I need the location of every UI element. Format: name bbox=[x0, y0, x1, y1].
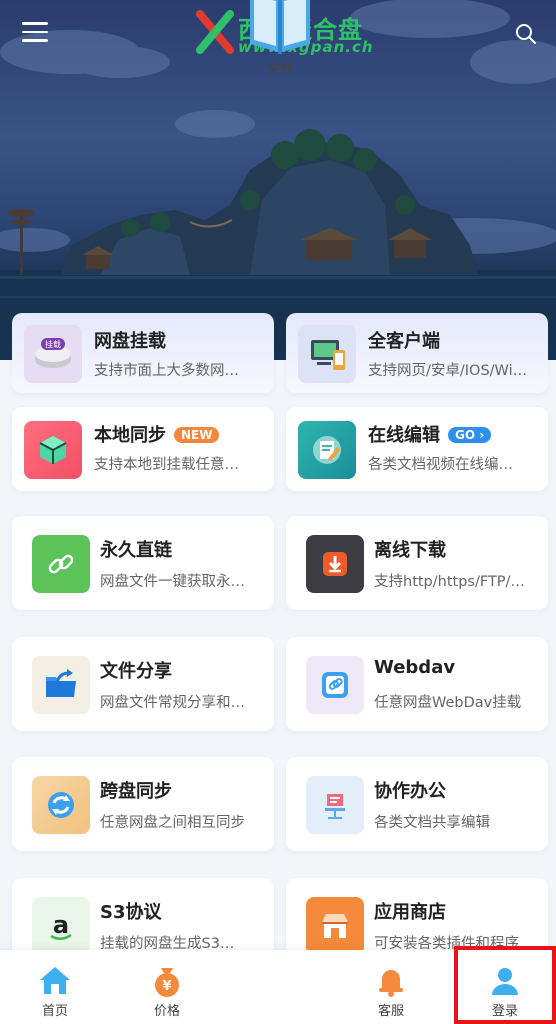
nav-label: 客服 bbox=[377, 1004, 404, 1019]
collab-icon bbox=[306, 776, 364, 834]
menu-icon-bar bbox=[22, 39, 48, 42]
book-icon bbox=[250, 0, 310, 54]
feature-card-permanent-link[interactable]: 永久直链 网盘文件一键获取永… bbox=[12, 516, 274, 610]
feature-desc: 任意网盘之间相互同步 bbox=[100, 815, 245, 831]
multi-client-icon bbox=[298, 325, 356, 383]
feature-title: 在线编辑 GO › bbox=[368, 421, 492, 447]
feature-title: 应用商店 bbox=[374, 902, 446, 923]
watermelon-x-logo-icon bbox=[196, 10, 234, 54]
feature-desc: 支持本地到挂载任意… bbox=[94, 457, 239, 473]
feature-desc: 网盘文件一键获取永… bbox=[100, 574, 245, 590]
chevron-right-icon: › bbox=[479, 428, 485, 442]
feature-desc: 支持网页/安卓/IOS/Wi… bbox=[368, 363, 528, 379]
new-badge: NEW bbox=[174, 427, 220, 443]
feature-card-cross-sync[interactable]: 跨盘同步 任意网盘之间相互同步 bbox=[12, 757, 274, 851]
feature-desc: 网盘文件常规分享和… bbox=[100, 695, 245, 711]
nav-label: 文档 bbox=[266, 62, 293, 77]
go-badge-text: GO bbox=[455, 428, 476, 442]
disk-mount-icon: 挂载 bbox=[24, 325, 82, 383]
feature-desc: 各类文档共享编辑 bbox=[374, 815, 490, 831]
cross-sync-icon bbox=[32, 776, 90, 834]
feature-title: 永久直链 bbox=[100, 540, 172, 561]
search-icon bbox=[516, 24, 536, 44]
nav-login[interactable]: 登录 bbox=[460, 950, 550, 1024]
user-icon bbox=[492, 968, 518, 995]
online-edit-icon bbox=[298, 421, 356, 479]
feature-title: 协作办公 bbox=[374, 781, 446, 802]
feature-card-offline-download[interactable]: 离线下载 支持http/https/FTP/… bbox=[286, 516, 548, 610]
feature-title: 网盘挂载 bbox=[94, 331, 166, 352]
download-icon bbox=[306, 535, 364, 593]
feature-desc: 各类文档视频在线编… bbox=[368, 457, 513, 473]
price-icon: ¥ bbox=[155, 968, 179, 997]
amazon-s3-icon: a bbox=[32, 897, 90, 955]
svg-text:挂载: 挂载 bbox=[45, 339, 61, 349]
link-icon bbox=[32, 535, 90, 593]
svg-text:¥: ¥ bbox=[162, 979, 171, 994]
cube-sync-icon bbox=[24, 421, 82, 479]
bottom-nav: 首页 ¥ 价格 客服 登录 bbox=[0, 950, 556, 1024]
feature-title: 跨盘同步 bbox=[100, 781, 172, 802]
feature-title-text: 在线编辑 bbox=[368, 425, 440, 446]
menu-icon bbox=[22, 22, 48, 25]
feature-desc: 支持市面上大多数网… bbox=[94, 363, 239, 379]
nav-home[interactable]: 首页 bbox=[10, 950, 100, 1024]
nav-label: 首页 bbox=[41, 1004, 68, 1019]
feature-title: 全客户端 bbox=[368, 331, 440, 352]
nav-label: 登录 bbox=[491, 1004, 518, 1019]
feature-desc: 支持http/https/FTP/… bbox=[374, 574, 525, 590]
feature-card-all-clients[interactable]: 全客户端 支持网页/安卓/IOS/Wi… bbox=[286, 313, 548, 393]
go-badge[interactable]: GO › bbox=[448, 427, 492, 443]
feature-title: Webdav bbox=[374, 657, 456, 678]
nav-price[interactable]: ¥ 价格 bbox=[122, 950, 212, 1024]
feature-card-collab[interactable]: 协作办公 各类文档共享编辑 bbox=[286, 757, 548, 851]
feature-card-webdav[interactable]: Webdav 任意网盘WebDav挂载 bbox=[286, 637, 548, 731]
app-store-icon bbox=[306, 897, 364, 955]
feature-card-file-share[interactable]: 文件分享 网盘文件常规分享和… bbox=[12, 637, 274, 731]
feature-title: S3协议 bbox=[100, 902, 162, 923]
menu-icon-bar bbox=[22, 30, 48, 33]
feature-title: 本地同步 NEW bbox=[94, 421, 220, 447]
feature-card-local-sync[interactable]: 本地同步 NEW 支持本地到挂载任意… bbox=[12, 407, 274, 491]
home-icon bbox=[40, 967, 70, 994]
folder-share-icon bbox=[32, 656, 90, 714]
feature-card-online-edit[interactable]: 在线编辑 GO › 各类文档视频在线编… bbox=[286, 407, 548, 491]
bell-service-icon bbox=[379, 970, 403, 997]
feature-desc: 任意网盘WebDav挂载 bbox=[374, 695, 522, 711]
nav-service[interactable]: 客服 bbox=[346, 950, 436, 1024]
nav-docs[interactable]: 文档 bbox=[240, 0, 320, 77]
feature-title-text: 本地同步 bbox=[94, 425, 166, 446]
search-button[interactable] bbox=[514, 22, 538, 46]
nav-label: 价格 bbox=[153, 1004, 180, 1019]
feature-title: 文件分享 bbox=[100, 661, 172, 682]
feature-title: 离线下载 bbox=[374, 540, 446, 561]
webdav-icon bbox=[306, 656, 364, 714]
feature-card-disk-mount[interactable]: 挂载 网盘挂载 支持市面上大多数网… bbox=[12, 313, 274, 393]
menu-button[interactable] bbox=[22, 22, 48, 44]
svg-text:a: a bbox=[53, 911, 69, 939]
